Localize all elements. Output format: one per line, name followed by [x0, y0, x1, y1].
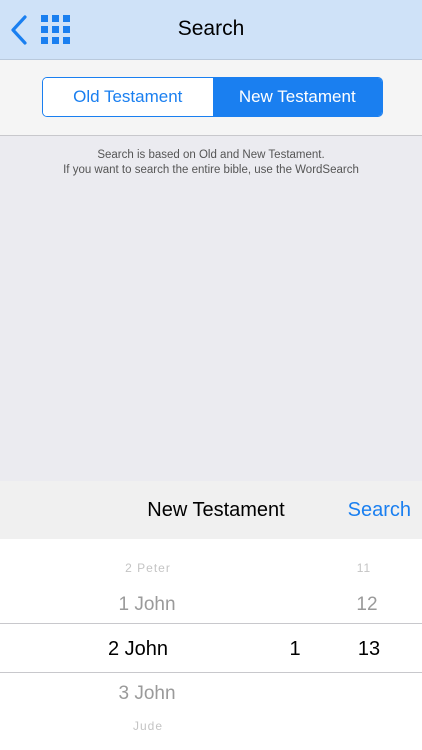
search-info-text: Search is based on Old and New Testament…	[0, 148, 422, 178]
search-button[interactable]: Search	[348, 499, 411, 522]
selection-bottom-line	[0, 672, 422, 673]
verse-picker[interactable]: 2 Peter 1 John 2 John 3 John Jude 1 11 1…	[0, 539, 422, 750]
picker-book-option[interactable]: 3 John	[118, 683, 175, 705]
new-testament-segment[interactable]: New Testament	[212, 78, 382, 116]
info-line-2: If you want to search the entire bible, …	[63, 164, 359, 176]
picker-verse-option[interactable]: 11	[357, 561, 371, 575]
picker-book-option[interactable]: 1 John	[118, 594, 175, 616]
picker-chapter-selected[interactable]: 1	[289, 638, 300, 661]
page-title: Search	[177, 17, 245, 40]
selection-top-line	[0, 623, 422, 624]
testament-segmented-control: Old Testament New Testament	[42, 77, 383, 117]
picker-book-option[interactable]: Jude	[133, 719, 163, 733]
testament-selector-area: Old Testament New Testament	[0, 60, 422, 136]
picker-verse-selected[interactable]: 13	[358, 638, 380, 661]
navigation-bar: Search	[0, 0, 422, 60]
picker-book-option[interactable]: 2 Peter	[125, 561, 171, 575]
old-testament-segment[interactable]: Old Testament	[43, 78, 213, 116]
info-line-1: Search is based on Old and New Testament…	[97, 149, 325, 161]
picker-book-selected[interactable]: 2 John	[108, 638, 168, 661]
picker-verse-option[interactable]: 12	[356, 594, 377, 616]
picker-toolbar: New Testament Search	[0, 481, 422, 539]
